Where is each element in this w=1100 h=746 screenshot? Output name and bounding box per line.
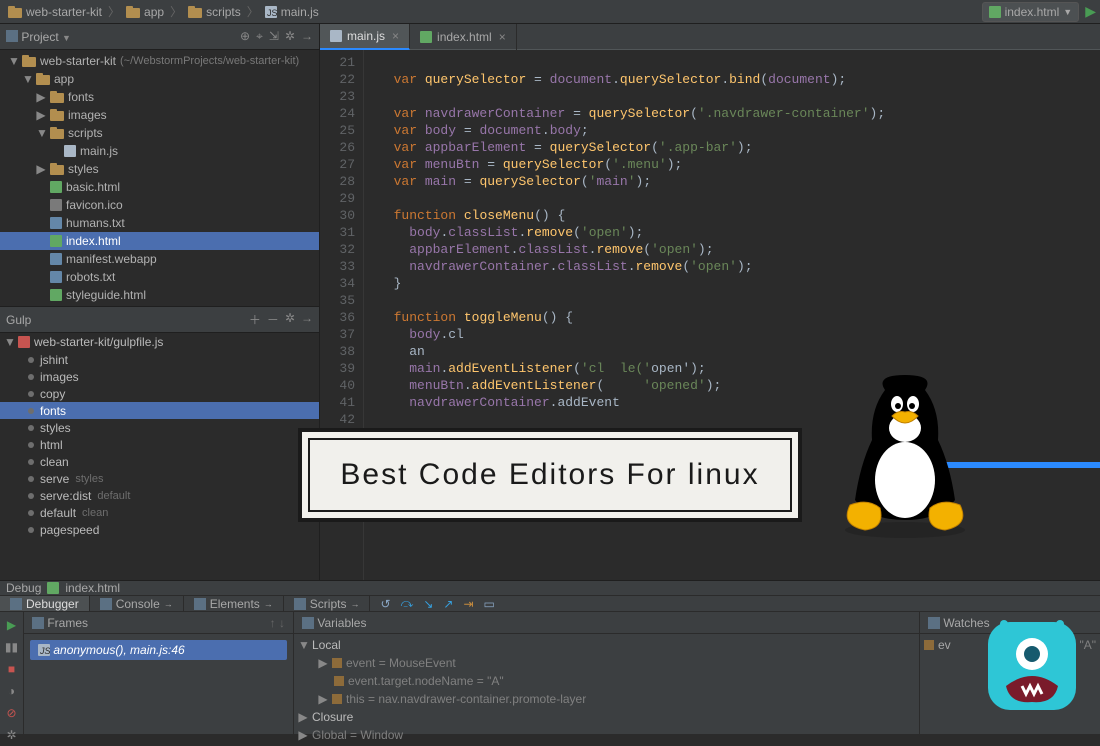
collapse-icon[interactable]: ⇲ [269,29,279,44]
tree-item[interactable]: ▼web-starter-kit (~/WebstormProjects/web… [0,52,319,70]
tree-item[interactable]: favicon.ico [0,196,319,214]
tree-item[interactable]: index.html [0,232,319,250]
variables-title: Variables [317,616,366,630]
chevron-right-icon: 〉 [247,3,259,20]
debug-tab[interactable]: Elements → [184,596,284,611]
tree-item[interactable]: robots.txt [0,268,319,286]
svg-text:JS: JS [39,646,50,656]
editor-tab[interactable]: index.html× [410,24,517,50]
tree-item[interactable]: ▶images [0,106,319,124]
tree-item[interactable]: ▼scripts [0,124,319,142]
editor-tabs: main.js×index.html× [320,24,1100,50]
debug-tabs: DebuggerConsole →Elements →Scripts → ↺ ⤼… [0,596,1100,612]
hide-panel-icon[interactable]: → [301,311,313,328]
settings-icon[interactable]: ⊕ [240,29,250,44]
frames-pane: Frames ↑ ↓ JS anonymous(), main.js:46 [24,612,294,746]
tree-item[interactable]: basic.html [0,178,319,196]
debug-target: index.html [65,581,120,595]
resume-button[interactable]: ▶ [7,618,16,632]
tux-penguin-icon [830,370,980,540]
gulp-panel-title: Gulp [6,313,31,327]
mute-breakpoints-icon[interactable]: ⊘ [6,706,16,720]
run-config-select[interactable]: index.html ▼ [982,2,1080,22]
tree-item[interactable]: ▼app [0,70,319,88]
editor-tab[interactable]: main.js× [320,24,410,50]
step-over-icon[interactable]: ⤼ [401,596,414,611]
gulp-task[interactable]: copy [0,385,319,402]
close-tab-icon[interactable]: × [499,30,506,44]
hide-panel-icon[interactable]: → [301,29,313,44]
run-button[interactable]: ▶ [1085,3,1096,20]
breadcrumb-item[interactable]: scripts [184,3,245,21]
top-navbar: web-starter-kit 〉 app 〉 scripts 〉 JS mai… [0,0,1100,24]
gulp-task[interactable]: fonts [0,402,319,419]
tree-item[interactable]: manifest.webapp [0,250,319,268]
project-panel: Project ▼ ⊕ ⌖ ⇲ ✲ → ▼web-starter-kit (~/… [0,24,319,306]
step-out-icon[interactable]: ↗ [443,597,453,611]
blue-mascot-icon [982,616,1082,716]
breadcrumbs: web-starter-kit 〉 app 〉 scripts 〉 JS mai… [4,3,323,21]
chevron-down-icon: ▼ [1063,7,1072,17]
frames-title: Frames [47,616,88,630]
gulp-task[interactable]: images [0,368,319,385]
debug-tab[interactable]: Console → [90,596,184,611]
close-tab-icon[interactable]: × [392,29,399,43]
gulp-task[interactable]: jshint [0,351,319,368]
add-icon[interactable]: ＋ [249,311,261,328]
breadcrumb-item[interactable]: JS main.js [261,3,323,21]
svg-text:JS: JS [267,8,277,18]
view-breakpoints-icon[interactable]: ◑ [8,684,15,698]
project-tree[interactable]: ▼web-starter-kit (~/WebstormProjects/web… [0,50,319,306]
run-to-cursor-icon[interactable]: ⇥ [463,597,473,611]
step-restart-icon[interactable]: ↺ [380,597,390,611]
gear-icon[interactable]: ✲ [285,29,295,44]
debug-sidebar: ▶ ▮▮ ■ ◑ ⊘ ✲ [0,612,24,746]
tree-item[interactable]: humans.txt [0,214,319,232]
step-into-icon[interactable]: ↘ [423,597,433,611]
tree-item[interactable]: main.js [0,142,319,160]
chevron-right-icon: 〉 [170,3,182,20]
variables-pane: Variables ▼Local ▶event = MouseEvent eve… [294,612,920,746]
pause-button[interactable]: ▮▮ [5,640,18,654]
project-panel-header: Project ▼ ⊕ ⌖ ⇲ ✲ → [0,24,319,50]
evaluate-icon[interactable]: ▭ [484,597,495,611]
gulp-root[interactable]: ▼web-starter-kit/gulpfile.js [0,333,319,351]
variables-tree[interactable]: ▼Local ▶event = MouseEvent event.target.… [294,634,919,746]
title-overlay-text: Best Code Editors For linux [308,438,791,512]
gulp-panel-header: Gulp ＋ － ✲ → [0,307,319,333]
tree-item[interactable]: styleguide.html [0,286,319,304]
frame-up-icon[interactable]: ↑ [270,616,276,630]
frame-down-icon[interactable]: ↓ [279,616,285,630]
settings-icon[interactable]: ✲ [6,728,16,742]
breadcrumb-item[interactable]: app [122,3,168,21]
gear-icon[interactable]: ✲ [285,311,295,328]
chevron-right-icon: 〉 [108,3,120,20]
breadcrumb-item[interactable]: web-starter-kit [4,3,106,21]
chevron-down-icon[interactable]: ▼ [62,33,71,43]
debug-panel: Debug index.html DebuggerConsole →Elemen… [0,580,1100,734]
stop-button[interactable]: ■ [8,662,15,676]
debug-panel-header: Debug index.html [0,581,1100,596]
debug-tab[interactable]: Scripts → [284,596,371,611]
project-panel-title: Project [21,30,58,44]
reveal-icon[interactable]: ⌖ [256,29,263,44]
debug-panel-title: Debug [6,581,41,595]
stack-frame[interactable]: JS anonymous(), main.js:46 [30,640,287,660]
debug-tab[interactable]: Debugger [0,596,90,611]
title-overlay: Best Code Editors For linux [220,420,880,530]
minus-icon[interactable]: － [267,311,279,328]
tree-item[interactable]: ▶fonts [0,88,319,106]
tree-item[interactable]: ▶styles [0,160,319,178]
